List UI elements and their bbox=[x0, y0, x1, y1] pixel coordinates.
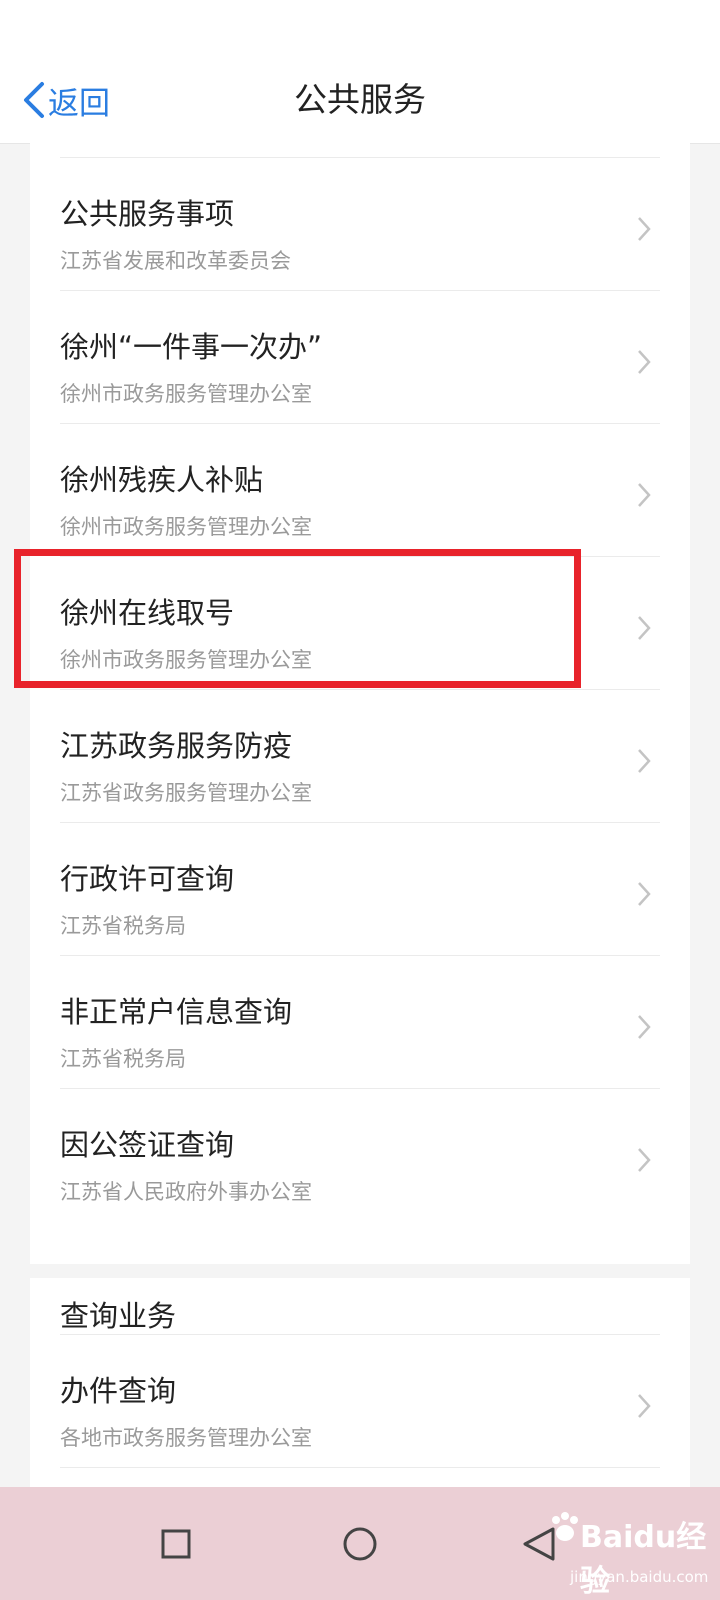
list-item-title: 因公签证查询 bbox=[60, 1128, 235, 1162]
list-item-subtitle: 徐州市政务服务管理办公室 bbox=[60, 648, 312, 672]
divider bbox=[60, 822, 660, 823]
chevron-right-icon bbox=[638, 1148, 651, 1172]
divider bbox=[60, 689, 660, 690]
list-item-title: 江苏政务服务防疫 bbox=[60, 729, 293, 763]
chevron-right-icon bbox=[638, 882, 651, 906]
section-title-query: 查询业务 bbox=[60, 1299, 177, 1333]
list-item-public-service-matters[interactable]: 公共服务事项 江苏省发展和改革委员会 bbox=[30, 157, 690, 291]
list-item-disability-subsidy[interactable]: 徐州残疾人补贴 徐州市政务服务管理办公室 bbox=[30, 423, 690, 557]
recent-apps-button[interactable] bbox=[141, 1509, 211, 1579]
list-item-subtitle: 江苏省人民政府外事办公室 bbox=[60, 1180, 312, 1204]
chevron-right-icon bbox=[638, 217, 651, 241]
chevron-right-icon bbox=[638, 350, 651, 374]
list-item-subtitle: 江苏省政务服务管理办公室 bbox=[60, 781, 312, 805]
divider bbox=[60, 1088, 660, 1089]
list-item-epidemic-prevention[interactable]: 江苏政务服务防疫 江苏省政务服务管理办公室 bbox=[30, 689, 690, 823]
list-item-title: 徐州“一件事一次办” bbox=[60, 330, 323, 364]
list-item-subtitle: 江苏省税务局 bbox=[60, 1047, 186, 1071]
list-item-title: 公共服务事项 bbox=[60, 197, 235, 231]
list-item-case-query[interactable]: 办件查询 各地市政务服务管理办公室 bbox=[30, 1334, 690, 1468]
list-item-one-thing-once[interactable]: 徐州“一件事一次办” 徐州市政务服务管理办公室 bbox=[30, 290, 690, 424]
list-item-admin-license-query[interactable]: 行政许可查询 江苏省税务局 bbox=[30, 822, 690, 956]
watermark: Baidu经验 jingyan.baidu.com bbox=[545, 1508, 720, 1599]
home-button[interactable] bbox=[325, 1509, 395, 1579]
list-item-abnormal-account-query[interactable]: 非正常户信息查询 江苏省税务局 bbox=[30, 955, 690, 1089]
chevron-right-icon bbox=[638, 616, 651, 640]
paw-logo-icon bbox=[552, 1512, 578, 1541]
chevron-right-icon bbox=[638, 1394, 651, 1418]
list-item-title: 行政许可查询 bbox=[60, 862, 235, 896]
divider bbox=[60, 955, 660, 956]
chevron-right-icon bbox=[638, 483, 651, 507]
page-title: 公共服务 bbox=[294, 80, 426, 119]
chevron-right-icon bbox=[638, 749, 651, 773]
list-item-title: 徐州残疾人补贴 bbox=[60, 463, 264, 497]
list-item-subtitle: 江苏省税务局 bbox=[60, 914, 186, 938]
section-gap bbox=[30, 1264, 690, 1278]
divider bbox=[60, 1334, 660, 1335]
list-item-subtitle: 各地市政务服务管理办公室 bbox=[60, 1426, 312, 1450]
list-item-subtitle: 徐州市政务服务管理办公室 bbox=[60, 515, 312, 539]
app-header: 返回 公共服务 bbox=[0, 0, 720, 144]
divider bbox=[60, 157, 660, 158]
chevron-right-icon bbox=[638, 1015, 651, 1039]
service-list-card: 公共服务事项 江苏省发展和改革委员会 徐州“一件事一次办” 徐州市政务服务管理办… bbox=[30, 143, 690, 1515]
list-item-title: 徐州在线取号 bbox=[60, 596, 235, 630]
recent-apps-icon bbox=[161, 1529, 191, 1559]
watermark-url: jingyan.baidu.com bbox=[570, 1568, 709, 1586]
watermark-brand: Baidu经验 bbox=[580, 1520, 707, 1599]
list-item-title: 非正常户信息查询 bbox=[60, 995, 293, 1029]
divider bbox=[60, 556, 660, 557]
home-icon bbox=[343, 1527, 377, 1561]
list-item-official-visa-query[interactable]: 因公签证查询 江苏省人民政府外事办公室 bbox=[30, 1088, 690, 1222]
divider bbox=[60, 290, 660, 291]
list-item-subtitle: 徐州市政务服务管理办公室 bbox=[60, 382, 312, 406]
list-item-online-queue-number[interactable]: 徐州在线取号 徐州市政务服务管理办公室 bbox=[30, 556, 690, 690]
list-item-title: 办件查询 bbox=[60, 1374, 177, 1408]
divider bbox=[60, 1467, 660, 1468]
divider bbox=[60, 423, 660, 424]
list-item-subtitle: 江苏省发展和改革委员会 bbox=[60, 249, 291, 273]
